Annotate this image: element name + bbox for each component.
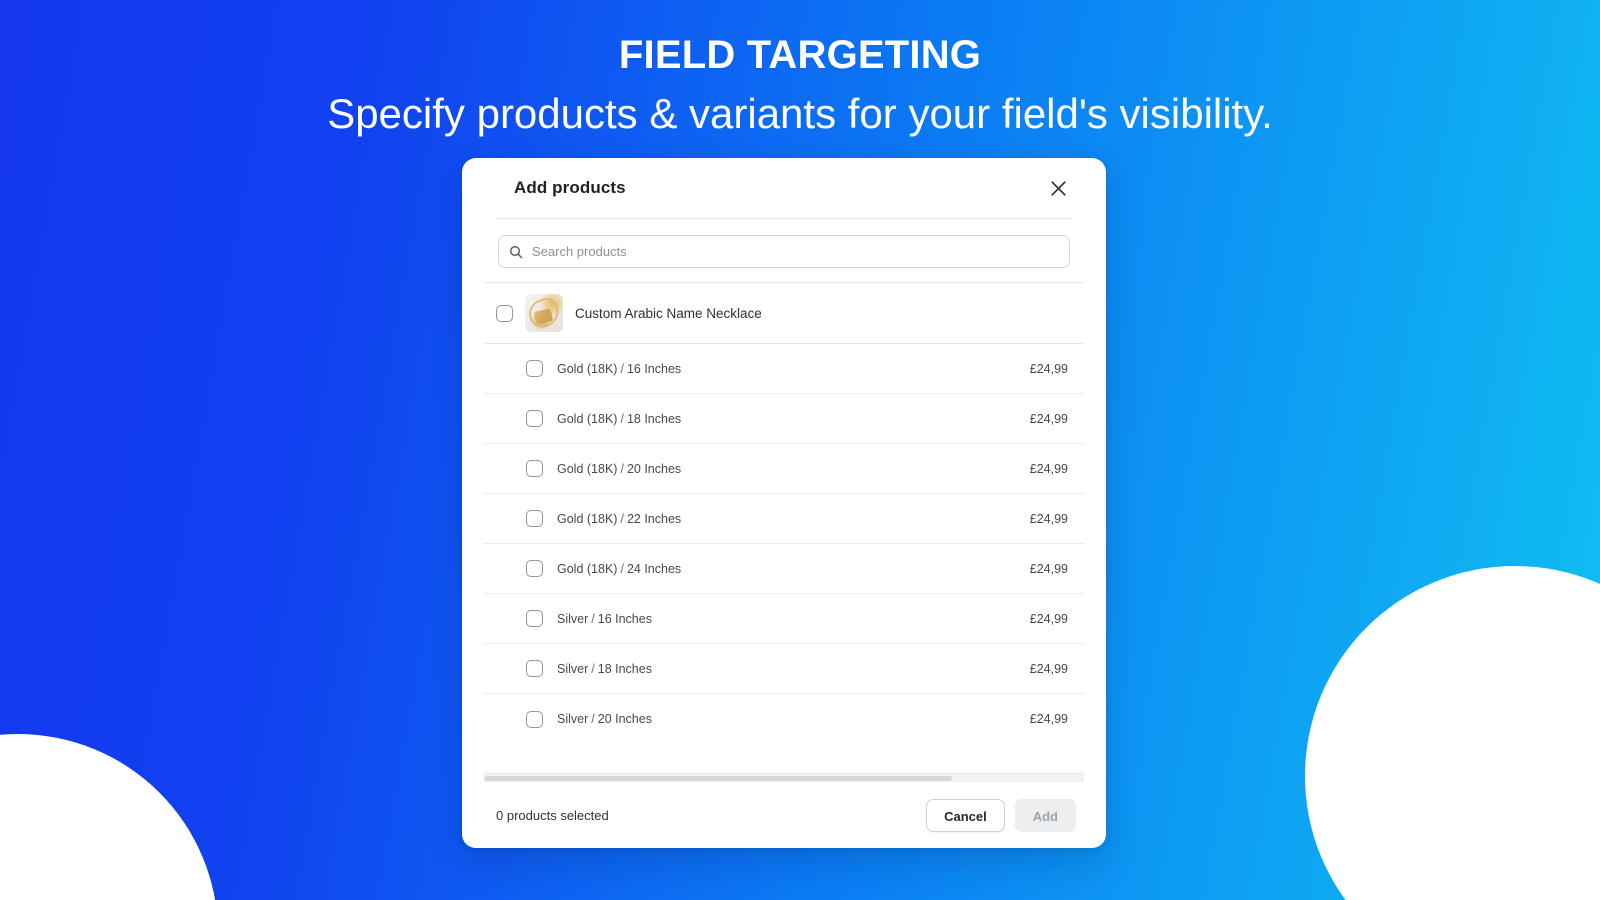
variant-option: Gold (18K) [557,412,617,426]
variant-row[interactable]: Gold (18K)/16 Inches £24,99 [484,344,1084,394]
variant-checkbox[interactable] [526,410,543,427]
variant-price: £24,99 [1030,712,1072,726]
banner-heading-group: FIELD TARGETING Specify products & varia… [0,0,1600,144]
promo-banner: FIELD TARGETING Specify products & varia… [0,0,1600,900]
modal-title: Add products [514,178,626,198]
variant-label: Silver/16 Inches [557,612,1016,626]
variant-label: Silver/18 Inches [557,662,1016,676]
variant-option: Silver [557,712,588,726]
decorative-circle-left [0,734,218,900]
variant-label: Gold (18K)/18 Inches [557,412,1016,426]
variant-label: Gold (18K)/16 Inches [557,362,1016,376]
add-products-modal: Add products [462,158,1106,848]
variant-option: Gold (18K) [557,362,617,376]
variant-price: £24,99 [1030,662,1072,676]
product-checkbox[interactable] [496,305,513,322]
scrollbar-thumb[interactable] [484,776,952,781]
variant-label: Silver/20 Inches [557,712,1016,726]
variant-row[interactable]: Silver/16 Inches £24,99 [484,594,1084,644]
variant-size: 24 Inches [627,562,681,576]
variant-checkbox[interactable] [526,711,543,728]
variant-checkbox[interactable] [526,460,543,477]
variant-price: £24,99 [1030,612,1072,626]
variant-separator: / [617,412,626,426]
add-button[interactable]: Add [1015,799,1076,832]
variant-option: Silver [557,612,588,626]
variant-separator: / [617,462,626,476]
variant-separator: / [588,612,597,626]
variant-option: Gold (18K) [557,562,617,576]
variant-checkbox[interactable] [526,510,543,527]
close-icon[interactable] [1044,174,1072,202]
variant-label: Gold (18K)/24 Inches [557,562,1016,576]
selected-count-label: 0 products selected [496,808,609,823]
variant-row[interactable]: Silver/20 Inches £24,99 [484,694,1084,744]
variant-price: £24,99 [1030,412,1072,426]
horizontal-scrollbar[interactable] [484,773,1084,782]
variant-checkbox[interactable] [526,360,543,377]
banner-subtitle: Specify products & variants for your fie… [0,84,1600,144]
variant-checkbox[interactable] [526,610,543,627]
variant-size: 20 Inches [598,712,652,726]
variant-label: Gold (18K)/20 Inches [557,462,1016,476]
variant-row[interactable]: Silver/18 Inches £24,99 [484,644,1084,694]
variant-size: 22 Inches [627,512,681,526]
search-box[interactable] [498,235,1070,268]
variant-checkbox[interactable] [526,660,543,677]
variant-price: £24,99 [1030,362,1072,376]
variant-size: 20 Inches [627,462,681,476]
variant-size: 18 Inches [627,412,681,426]
search-icon [509,245,523,259]
search-input[interactable] [532,244,1059,259]
variant-price: £24,99 [1030,462,1072,476]
modal-header: Add products [462,158,1106,218]
footer-actions: Cancel Add [926,799,1076,832]
variant-option: Gold (18K) [557,462,617,476]
search-section [462,219,1106,282]
variant-separator: / [617,512,626,526]
variant-option: Silver [557,662,588,676]
variant-price: £24,99 [1030,512,1072,526]
variant-separator: / [588,712,597,726]
variant-price: £24,99 [1030,562,1072,576]
variant-size: 18 Inches [598,662,652,676]
variant-row[interactable]: Gold (18K)/20 Inches £24,99 [484,444,1084,494]
variant-option: Gold (18K) [557,512,617,526]
product-row[interactable]: Custom Arabic Name Necklace [484,283,1084,344]
variant-row[interactable]: Gold (18K)/22 Inches £24,99 [484,494,1084,544]
variant-separator: / [617,362,626,376]
modal-footer: 0 products selected Cancel Add [462,782,1106,848]
variant-checkbox[interactable] [526,560,543,577]
variant-label: Gold (18K)/22 Inches [557,512,1016,526]
product-thumbnail [525,294,563,332]
cancel-button[interactable]: Cancel [926,799,1005,832]
product-list: Custom Arabic Name Necklace Gold (18K)/1… [484,282,1084,773]
variant-size: 16 Inches [598,612,652,626]
variant-row[interactable]: Gold (18K)/18 Inches £24,99 [484,394,1084,444]
banner-title: FIELD TARGETING [0,28,1600,82]
variant-separator: / [588,662,597,676]
product-name: Custom Arabic Name Necklace [575,306,1084,321]
variant-size: 16 Inches [627,362,681,376]
variant-row[interactable]: Gold (18K)/24 Inches £24,99 [484,544,1084,594]
decorative-circle-right [1305,566,1600,900]
variant-separator: / [617,562,626,576]
